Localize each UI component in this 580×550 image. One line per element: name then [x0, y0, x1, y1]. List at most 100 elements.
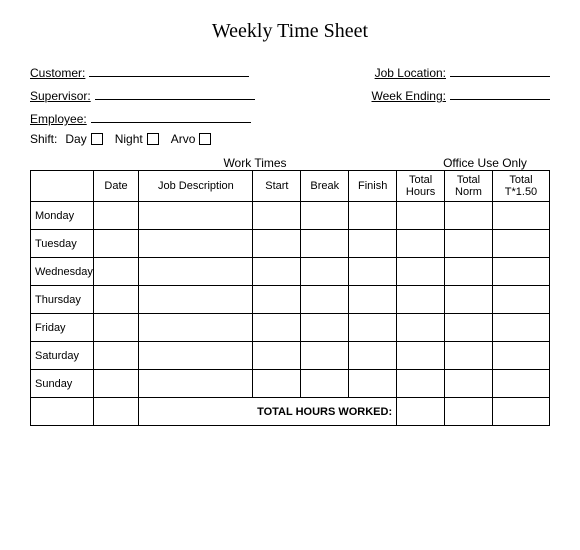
total-cell-6 — [397, 398, 445, 426]
supervisor-field[interactable] — [95, 86, 255, 100]
cell-tuesday-3[interactable] — [253, 230, 301, 258]
page-title: Weekly Time Sheet — [30, 20, 550, 43]
total-cell-0 — [31, 398, 94, 426]
table-row: Monday — [31, 202, 550, 230]
table-header-row: Date Job Description Start Break Finish … — [31, 171, 550, 202]
cell-friday-3[interactable] — [253, 314, 301, 342]
cell-sunday-5[interactable] — [349, 370, 397, 398]
cell-tuesday-5[interactable] — [349, 230, 397, 258]
col-header-finish: Finish — [349, 171, 397, 202]
cell-wednesday-3[interactable] — [253, 258, 301, 286]
total-cell-7 — [445, 398, 493, 426]
cell-sunday-7[interactable] — [445, 370, 493, 398]
col-header-break: Break — [301, 171, 349, 202]
total-hours-label: TOTAL HOURS WORKED: — [139, 398, 397, 426]
cell-thursday-2[interactable] — [139, 286, 253, 314]
work-times-label: Work Times — [30, 156, 420, 170]
cell-thursday-1[interactable] — [93, 286, 139, 314]
cell-friday-4[interactable] — [301, 314, 349, 342]
col-header-start: Start — [253, 171, 301, 202]
cell-tuesday-1[interactable] — [93, 230, 139, 258]
cell-sunday-8[interactable] — [492, 370, 549, 398]
form-section: Customer: Job Location: Supervisor: Week… — [30, 63, 550, 146]
cell-monday-2[interactable] — [139, 202, 253, 230]
cell-thursday-6[interactable] — [397, 286, 445, 314]
table-row: Wednesday — [31, 258, 550, 286]
shift-night-option[interactable]: Night — [115, 132, 159, 146]
cell-sunday-3[interactable] — [253, 370, 301, 398]
week-ending-label: Week Ending: — [372, 89, 447, 103]
cell-sunday-2[interactable] — [139, 370, 253, 398]
cell-friday-7[interactable] — [445, 314, 493, 342]
timesheet-table-container: Work Times Office Use Only Date Job Desc… — [30, 156, 550, 426]
cell-sunday-4[interactable] — [301, 370, 349, 398]
cell-tuesday-8[interactable] — [492, 230, 549, 258]
cell-tuesday-4[interactable] — [301, 230, 349, 258]
cell-monday-5[interactable] — [349, 202, 397, 230]
day-label-wednesday: Wednesday — [31, 258, 94, 286]
cell-thursday-3[interactable] — [253, 286, 301, 314]
cell-saturday-4[interactable] — [301, 342, 349, 370]
cell-sunday-1[interactable] — [93, 370, 139, 398]
col-header-day — [31, 171, 94, 202]
cell-wednesday-5[interactable] — [349, 258, 397, 286]
shift-row: Shift: Day Night Arvo — [30, 132, 550, 146]
col-header-totalhours: Total Hours — [397, 171, 445, 202]
cell-friday-2[interactable] — [139, 314, 253, 342]
cell-sunday-6[interactable] — [397, 370, 445, 398]
employee-field[interactable] — [91, 109, 251, 123]
customer-field[interactable] — [89, 63, 249, 77]
cell-wednesday-2[interactable] — [139, 258, 253, 286]
total-row: TOTAL HOURS WORKED: — [31, 398, 550, 426]
shift-arvo-option[interactable]: Arvo — [171, 132, 212, 146]
shift-day-option[interactable]: Day — [65, 132, 102, 146]
cell-thursday-8[interactable] — [492, 286, 549, 314]
cell-monday-1[interactable] — [93, 202, 139, 230]
cell-monday-4[interactable] — [301, 202, 349, 230]
cell-wednesday-1[interactable] — [93, 258, 139, 286]
cell-tuesday-6[interactable] — [397, 230, 445, 258]
cell-monday-6[interactable] — [397, 202, 445, 230]
cell-saturday-7[interactable] — [445, 342, 493, 370]
cell-saturday-1[interactable] — [93, 342, 139, 370]
cell-friday-1[interactable] — [93, 314, 139, 342]
col-header-date: Date — [93, 171, 139, 202]
cell-friday-8[interactable] — [492, 314, 549, 342]
cell-saturday-2[interactable] — [139, 342, 253, 370]
cell-wednesday-6[interactable] — [397, 258, 445, 286]
cell-saturday-6[interactable] — [397, 342, 445, 370]
day-label-saturday: Saturday — [31, 342, 94, 370]
cell-wednesday-7[interactable] — [445, 258, 493, 286]
table-row: Friday — [31, 314, 550, 342]
job-location-field[interactable] — [450, 63, 550, 77]
day-label-monday: Monday — [31, 202, 94, 230]
cell-tuesday-2[interactable] — [139, 230, 253, 258]
cell-thursday-5[interactable] — [349, 286, 397, 314]
week-ending-field[interactable] — [450, 86, 550, 100]
office-use-label: Office Use Only — [420, 156, 550, 170]
cell-thursday-4[interactable] — [301, 286, 349, 314]
shift-arvo-label: Arvo — [171, 132, 196, 146]
timesheet-table: Date Job Description Start Break Finish … — [30, 170, 550, 426]
day-label-tuesday: Tuesday — [31, 230, 94, 258]
cell-monday-8[interactable] — [492, 202, 549, 230]
cell-saturday-8[interactable] — [492, 342, 549, 370]
cell-monday-7[interactable] — [445, 202, 493, 230]
cell-friday-5[interactable] — [349, 314, 397, 342]
cell-saturday-3[interactable] — [253, 342, 301, 370]
customer-label: Customer: — [30, 66, 85, 80]
cell-wednesday-4[interactable] — [301, 258, 349, 286]
cell-tuesday-7[interactable] — [445, 230, 493, 258]
shift-night-checkbox[interactable] — [147, 133, 159, 145]
cell-monday-3[interactable] — [253, 202, 301, 230]
cell-friday-6[interactable] — [397, 314, 445, 342]
cell-thursday-7[interactable] — [445, 286, 493, 314]
cell-saturday-5[interactable] — [349, 342, 397, 370]
shift-label: Shift: — [30, 132, 57, 146]
total-cell-1 — [93, 398, 139, 426]
employee-label: Employee: — [30, 112, 87, 126]
col-header-jobdesc: Job Description — [139, 171, 253, 202]
cell-wednesday-8[interactable] — [492, 258, 549, 286]
shift-arvo-checkbox[interactable] — [199, 133, 211, 145]
shift-day-checkbox[interactable] — [91, 133, 103, 145]
